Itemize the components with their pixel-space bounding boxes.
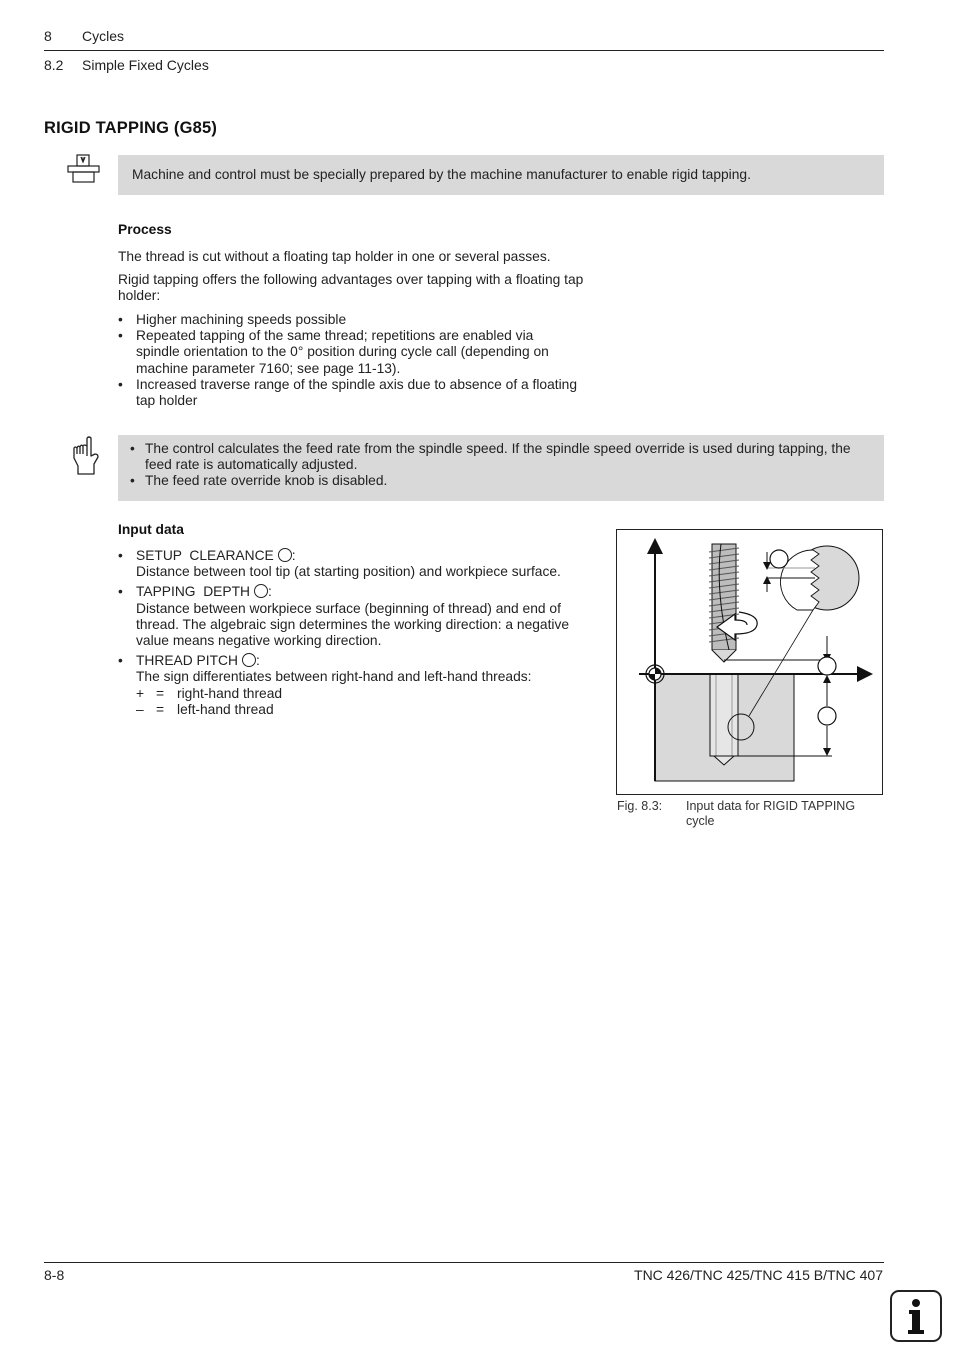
figure-caption: Input data for RIGID TAPPING cycle xyxy=(686,799,856,828)
page-title: RIGID TAPPING (G85) xyxy=(44,119,218,137)
input-item-thread-pitch: THREAD PITCH: The sign differentiates be… xyxy=(118,653,598,718)
parameter-circle-icon xyxy=(277,548,292,562)
hint-note-list: The control calculates the feed rate fro… xyxy=(130,441,870,489)
rigid-tapping-diagram xyxy=(639,538,873,782)
bore-hole xyxy=(709,673,739,757)
input-item-description: Distance between tool tip (at starting p… xyxy=(136,564,561,580)
pointing-hand-icon xyxy=(70,436,102,476)
colon: : xyxy=(291,548,296,563)
sign-symbol: – xyxy=(136,701,144,717)
hint-note-box: The control calculates the feed rate fro… xyxy=(118,435,884,501)
list-item: Higher machining speeds possible xyxy=(118,312,580,328)
parameter-circle-icon xyxy=(241,653,256,668)
input-item-description: The sign differentiates between right-ha… xyxy=(136,669,532,685)
footer-rule xyxy=(44,1262,884,1263)
colon: : xyxy=(267,584,272,600)
machine-manufacturer-icon xyxy=(66,154,102,184)
sign-meaning: right-hand thread xyxy=(177,685,283,701)
list-item: The feed rate override knob is disabled. xyxy=(130,473,870,489)
thread-pitch-marker xyxy=(769,549,789,569)
section-number: 8.2 xyxy=(44,57,64,73)
process-heading: Process xyxy=(118,222,172,237)
colon: : xyxy=(255,653,260,669)
chapter-title: Cycles xyxy=(82,28,125,44)
list-item: Increased traverse range of the spindle … xyxy=(118,377,580,409)
sign-equals: = xyxy=(156,701,165,717)
product-name: TNC 426/TNC 425/TNC 415 B/TNC 407 xyxy=(634,1267,883,1283)
input-item-setup-clearance: SETUP CLEARANCE: Distance between tool t… xyxy=(118,548,598,580)
list-item: Repeated tapping of the same thread; rep… xyxy=(118,328,580,377)
sign-symbol: + xyxy=(136,685,145,701)
parameter-circle-icon xyxy=(253,584,268,599)
machine-note-box: Machine and control must be specially pr… xyxy=(118,155,884,195)
chapter-number: 8 xyxy=(44,28,52,44)
sign-row-left-hand: – = left-hand thread xyxy=(136,702,598,718)
input-item-description: Distance between workpiece surface (begi… xyxy=(136,600,570,649)
list-item: The control calculates the feed rate fro… xyxy=(130,441,870,473)
process-paragraph-2: Rigid tapping offers the following advan… xyxy=(118,272,584,304)
process-advantages-list: Higher machining speeds possible Repeate… xyxy=(118,312,580,409)
process-paragraph-1: The thread is cut without a floating tap… xyxy=(118,249,551,264)
sign-meaning: left-hand thread xyxy=(177,701,274,717)
header-rule xyxy=(44,50,884,51)
input-data-heading: Input data xyxy=(118,522,184,537)
info-icon[interactable] xyxy=(890,1290,942,1342)
page-number: 8-8 xyxy=(44,1267,65,1283)
figure-rigid-tapping xyxy=(616,529,883,795)
input-item-label: TAPPING DEPTH xyxy=(136,584,250,600)
figure-label: Fig. 8.3: xyxy=(617,799,663,813)
machine-note-text: Machine and control must be specially pr… xyxy=(132,167,751,182)
tapping-depth-marker xyxy=(817,706,837,726)
sign-equals: = xyxy=(156,685,165,701)
tap-tool xyxy=(708,543,758,663)
setup-clearance-marker xyxy=(817,656,837,676)
input-item-tapping-depth: TAPPING DEPTH: Distance between workpiec… xyxy=(118,584,598,649)
sign-row-right-hand: + = right-hand thread xyxy=(136,686,598,702)
input-data-list: SETUP CLEARANCE: Distance between tool t… xyxy=(118,548,598,718)
input-item-label: SETUP CLEARANCE xyxy=(136,548,274,563)
input-item-label: THREAD PITCH xyxy=(136,653,238,669)
section-title: Simple Fixed Cycles xyxy=(82,57,209,73)
